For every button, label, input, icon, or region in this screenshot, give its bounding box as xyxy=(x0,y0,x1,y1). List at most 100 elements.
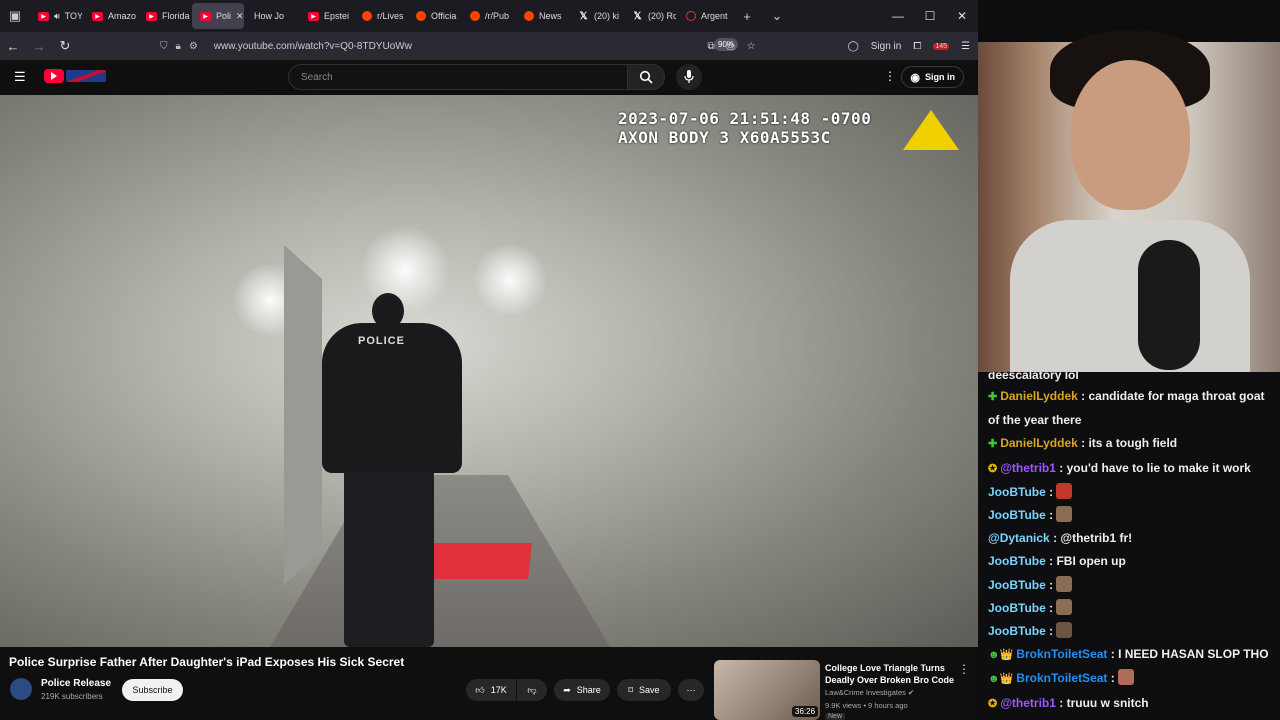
forward-icon[interactable]: → xyxy=(26,39,52,54)
tab-label: r/Lives xyxy=(377,11,404,21)
extension-badge[interactable]: 145 xyxy=(933,42,950,50)
chat-emote-icon[interactable] xyxy=(1118,669,1135,686)
close-window-icon[interactable]: ✕ xyxy=(946,9,978,23)
extensions-icon[interactable]: ⧠ xyxy=(913,41,921,52)
recommended-more-icon[interactable]: ⋮ xyxy=(958,662,970,676)
browser-tab[interactable]: News xyxy=(516,3,568,29)
recommended-channel[interactable]: Law&Crime Investigates ✔ xyxy=(825,688,914,697)
minimize-icon[interactable]: — xyxy=(882,9,914,23)
shield-icon[interactable]: ⛉ xyxy=(160,41,168,52)
close-tab-icon[interactable]: ✕ xyxy=(236,11,244,22)
chat-badge-icon[interactable]: ☻👑 xyxy=(988,644,1013,667)
bookmark-star-icon[interactable]: ☆ xyxy=(747,41,756,52)
chat-emote-icon[interactable] xyxy=(1056,598,1073,615)
back-icon[interactable]: ← xyxy=(0,39,26,54)
chat-emote-icon[interactable] xyxy=(1056,482,1073,499)
lock-icon[interactable]: 🔒︎ xyxy=(176,41,181,52)
screenshot-icon[interactable]: ⎙ xyxy=(727,41,735,52)
browser-tab[interactable]: ▶ Florida xyxy=(138,3,190,29)
video-player[interactable]: POLICE 2023-07-06 21:51:48 -0700 AXON BO… xyxy=(0,95,978,647)
x-favicon-icon: 𝕏 xyxy=(633,10,642,22)
menu-icon[interactable]: ☰ xyxy=(961,41,970,52)
chat-badge-icon[interactable]: ☻👑 xyxy=(988,668,1013,691)
channel-name[interactable]: Police Release xyxy=(41,678,111,689)
like-button[interactable]: 👍︎ 17K xyxy=(466,679,516,701)
browser-tab[interactable]: How Jo xyxy=(246,3,298,29)
thumbs-up-icon: 👍︎ xyxy=(475,684,485,695)
thumbs-down-icon: 👎︎ xyxy=(527,684,537,695)
browser-tab[interactable]: /r/Pub xyxy=(462,3,514,29)
search-button[interactable] xyxy=(627,64,665,90)
chat-username[interactable]: @thetrib1 xyxy=(1000,461,1056,475)
new-tab-icon[interactable]: + xyxy=(732,0,762,32)
youtube-logo[interactable] xyxy=(44,69,64,83)
chat-text: you'd have to lie to make it work xyxy=(1066,460,1251,475)
browser-tab[interactable]: 𝕏 (20) Ro xyxy=(624,3,676,29)
dislike-button[interactable]: 👎︎ xyxy=(517,679,547,701)
browser-tab[interactable]: Officia xyxy=(408,3,460,29)
chat-text: deescalatory lol xyxy=(988,372,1079,382)
chat-username[interactable]: JooBTube xyxy=(988,508,1046,522)
share-button[interactable]: ➦ Share xyxy=(554,679,610,701)
browser-tab[interactable]: ▶ Amazo xyxy=(84,3,136,29)
browser-tab[interactable]: 𝕏 (20) ki xyxy=(570,3,622,29)
voice-search-button[interactable] xyxy=(676,64,702,90)
chat-username[interactable]: JooBTube xyxy=(988,554,1046,568)
tab-list-chevron-icon[interactable]: ⌄ xyxy=(762,0,792,32)
chat-emote-icon[interactable] xyxy=(1056,622,1073,639)
recommended-title[interactable]: College Love Triangle Turns Deadly Over … xyxy=(825,662,955,686)
youtube-favicon-icon: ▶ xyxy=(92,11,103,21)
chat-emote-icon[interactable] xyxy=(1056,506,1073,523)
chat-message: JooBTube : xyxy=(988,574,1274,597)
chat-username[interactable]: BroknToiletSeat xyxy=(1016,671,1107,685)
save-button[interactable]: ⌑ Save xyxy=(617,679,671,701)
search-input[interactable]: Search xyxy=(288,64,628,90)
url-text[interactable]: www.youtube.com/watch?v=Q0-8TDYUoWw xyxy=(214,41,412,52)
chat-message: ☻👑 BroknToiletSeat : I NEED HASAN SLOP TH… xyxy=(988,643,1274,667)
reload-icon[interactable]: ↻ xyxy=(52,38,78,54)
channel-avatar[interactable] xyxy=(10,678,32,700)
url-bar[interactable]: ⛉ 🔒︎ ⚙ www.youtube.com/watch?v=Q0-8TDYUo… xyxy=(150,34,770,58)
browser-tab[interactable]: r/Lives xyxy=(354,3,406,29)
toolbar-right: ⧉ ⎙ ☆ ◯ Sign in ⧠ 145 ☰ xyxy=(707,32,970,60)
browser-tab[interactable]: ▶ Poli ✕ xyxy=(192,3,244,29)
picture-in-picture-icon[interactable]: ⧉ xyxy=(707,41,714,52)
chat-username[interactable]: @Dytanick xyxy=(988,531,1050,545)
subscribe-button[interactable]: Subscribe xyxy=(122,679,183,701)
chat-emote-icon[interactable] xyxy=(1056,575,1073,592)
chat-message: ☻👑 BroknToiletSeat : xyxy=(988,667,1274,691)
browser-tab[interactable]: ▶ 🔊︎ TOYBO xyxy=(30,3,82,29)
maximize-icon[interactable]: ☐ xyxy=(914,9,946,23)
tab-bar: ▣ ▶ 🔊︎ TOYBO ▶ Amazo ▶ Florida ▶ Poli ✕ How Jo ▶ Eps… xyxy=(0,0,978,32)
chat-message: ✪ @thetrib1 : you'd have to lie to make i… xyxy=(988,457,1274,481)
permissions-icon[interactable]: ⚙ xyxy=(189,41,198,52)
account-icon[interactable]: ◯ xyxy=(848,41,859,52)
chat-badge-icon[interactable]: ✪ xyxy=(988,458,997,481)
more-actions-button[interactable]: ⋯ xyxy=(678,679,704,701)
chat-badge-icon[interactable]: ✚ xyxy=(988,433,997,456)
chat-text: I NEED HASAN SLOP THO xyxy=(1118,647,1269,662)
chat-username[interactable]: JooBTube xyxy=(988,624,1046,638)
chat-username[interactable]: JooBTube xyxy=(988,578,1046,592)
more-options-icon[interactable]: ⋮ xyxy=(884,69,896,83)
browser-tab[interactable]: ▶ Epstei xyxy=(300,3,352,29)
recommended-duration: 36:26 xyxy=(792,706,819,717)
chat-username[interactable]: BroknToiletSeat xyxy=(1016,647,1107,661)
verified-icon: ✔ xyxy=(907,688,915,697)
chat-badge-icon[interactable]: ✚ xyxy=(988,386,997,409)
tab-overview-icon[interactable]: ▣ xyxy=(0,0,30,32)
chat-username[interactable]: DanielLyddek xyxy=(1000,436,1078,450)
chat-panel: deescalatory lol ✚ DanielLyddek : candidat… xyxy=(978,372,1280,720)
chat-username[interactable]: JooBTube xyxy=(988,485,1046,499)
speaker-icon[interactable]: 🔊︎ xyxy=(54,11,60,22)
browser-signin-link[interactable]: Sign in xyxy=(871,41,902,52)
chat-username[interactable]: DanielLyddek xyxy=(1000,389,1078,403)
youtube-signin-button[interactable]: ◉ Sign in xyxy=(901,66,964,88)
browser-tab[interactable]: Argent xyxy=(678,3,730,29)
youtube-favicon-icon: ▶ xyxy=(146,11,157,21)
chat-badge-icon[interactable]: ✪ xyxy=(988,693,997,716)
hamburger-menu-icon[interactable]: ☰ xyxy=(14,69,26,85)
chat-username[interactable]: JooBTube xyxy=(988,601,1046,615)
chat-username[interactable]: @thetrib1 xyxy=(1000,696,1056,710)
logo-flag-doodle[interactable] xyxy=(66,70,106,82)
